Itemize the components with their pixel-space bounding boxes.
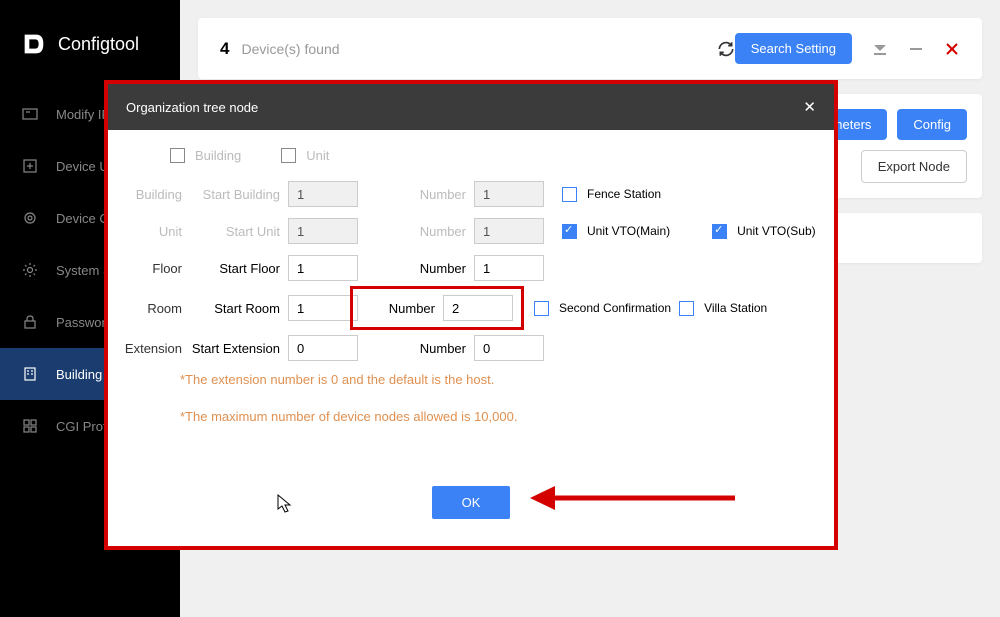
row-num-label: Number: [358, 341, 466, 356]
dropdown-icon[interactable]: [872, 41, 888, 57]
second-conf-label: Second Confirmation: [559, 301, 671, 315]
building-label: Building: [195, 148, 241, 163]
room-row: Room Start Room Number Second Confirmati…: [120, 292, 822, 324]
modify-ip-icon: [22, 106, 38, 122]
modal-title: Organization tree node: [126, 100, 258, 115]
export-node-button[interactable]: Export Node: [861, 150, 967, 183]
floor-number-input[interactable]: [474, 255, 544, 281]
room-number-highlight: Number: [350, 286, 524, 330]
brand-logo-icon: [20, 30, 48, 58]
grid-icon: [22, 418, 38, 434]
start-unit-input: [288, 218, 358, 244]
hint-max-nodes: *The maximum number of device nodes allo…: [120, 409, 822, 424]
start-extension-input[interactable]: [288, 335, 358, 361]
start-floor-input[interactable]: [288, 255, 358, 281]
close-icon[interactable]: [944, 41, 960, 57]
refresh-icon[interactable]: [717, 40, 735, 58]
device-count: 4: [220, 39, 229, 59]
second-confirmation-checkbox[interactable]: [534, 301, 549, 316]
lock-icon: [22, 314, 38, 330]
floor-row: Floor Start Floor Number: [120, 255, 822, 281]
unit-label: Unit: [306, 148, 329, 163]
unit-checkbox[interactable]: [281, 148, 296, 163]
row-cat: Room: [120, 301, 182, 316]
building-number-input: [474, 181, 544, 207]
modal-close-icon[interactable]: ✕: [803, 98, 816, 116]
fence-station-checkbox[interactable]: [562, 187, 577, 202]
organization-tree-modal: Organization tree node ✕ Building Unit B…: [104, 80, 838, 550]
villa-station-checkbox[interactable]: [679, 301, 694, 316]
row-num-label: Number: [358, 261, 466, 276]
brand-text: Configtool: [58, 34, 139, 55]
start-room-input[interactable]: [288, 295, 358, 321]
brand: Configtool: [0, 0, 180, 88]
settings-icon: [22, 262, 38, 278]
row-start-label: Start Unit: [190, 224, 280, 239]
devices-found-text: Device(s) found: [241, 41, 596, 57]
topbar: 4 Device(s) found Search Setting: [198, 18, 982, 79]
gear-icon: [22, 210, 38, 226]
unit-number-input: [474, 218, 544, 244]
extension-row: Extension Start Extension Number: [120, 335, 822, 361]
row-num-label: Number: [361, 301, 435, 316]
modal-header: Organization tree node ✕: [108, 84, 834, 130]
row-cat: Building: [120, 187, 182, 202]
start-building-input: [288, 181, 358, 207]
unit-vto-sub-checkbox[interactable]: [712, 224, 727, 239]
room-number-input[interactable]: [443, 295, 513, 321]
unit-vto-main-checkbox[interactable]: [562, 224, 577, 239]
unit-row: Unit Start Unit Number Unit VTO(Main) Un…: [120, 218, 822, 244]
row-num-label: Number: [358, 224, 466, 239]
vto-main-label: Unit VTO(Main): [587, 224, 670, 238]
row-start-label: Start Extension: [190, 341, 280, 356]
search-setting-button[interactable]: Search Setting: [735, 33, 852, 64]
extension-number-input[interactable]: [474, 335, 544, 361]
building-row: Building Start Building Number Fence Sta…: [120, 181, 822, 207]
row-num-label: Number: [358, 187, 466, 202]
config-button[interactable]: Config: [897, 109, 967, 140]
ok-button[interactable]: OK: [432, 486, 511, 519]
hint-extension: *The extension number is 0 and the defau…: [120, 372, 822, 387]
row-start-label: Start Floor: [190, 261, 280, 276]
building-checkbox[interactable]: [170, 148, 185, 163]
minimize-icon[interactable]: [908, 41, 924, 57]
fence-label: Fence Station: [587, 187, 661, 201]
row-start-label: Start Room: [190, 301, 280, 316]
upgrade-icon: [22, 158, 38, 174]
row-cat: Extension: [120, 341, 182, 356]
row-cat: Floor: [120, 261, 182, 276]
vto-sub-label: Unit VTO(Sub): [737, 224, 815, 238]
row-cat: Unit: [120, 224, 182, 239]
row-start-label: Start Building: [190, 187, 280, 202]
villa-label: Villa Station: [704, 301, 767, 315]
building-icon: [22, 366, 38, 382]
sidebar-item-label: Modify IP: [56, 107, 110, 122]
